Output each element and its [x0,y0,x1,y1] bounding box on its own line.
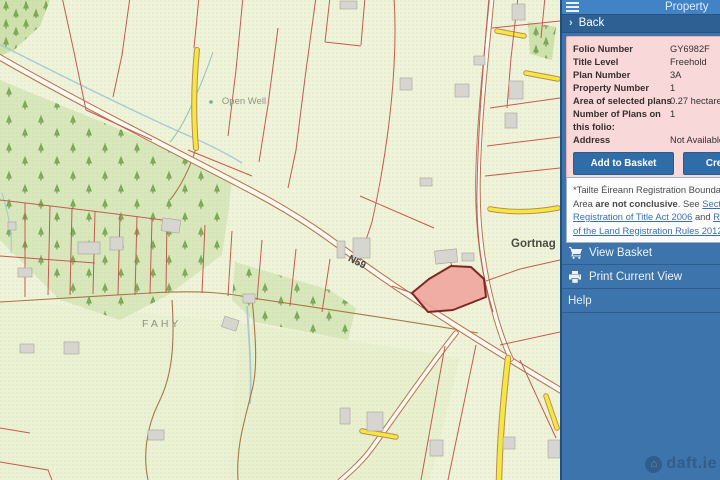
hamburger-menu-icon[interactable] [566,2,579,12]
print-current-view-label: Print Current View [589,271,682,283]
chevron-right-icon: › [569,17,573,29]
folio-value: 0.27 hectares. [670,95,720,108]
folio-value: GY6982F [670,43,720,56]
disclaimer-box: *Tailte Éireann Registration Boundaries … [566,177,720,243]
map-viewport[interactable]: Open Well N59 FAHY Gortnag [0,0,560,480]
create-alert-button[interactable]: Create Alert [683,152,720,175]
folio-label: Number of Plans on this folio: [573,108,668,134]
folio-value: Not Available [670,134,720,147]
map-label-open-well: Open Well [222,96,266,107]
disclaimer-link[interactable]: Section 62 of the [702,198,720,209]
panel-header: Property [562,0,720,15]
daft-house-logo-icon: ⌂ [645,456,662,473]
printer-icon [568,271,582,283]
folio-details-box: Folio NumberGY6982F Title LevelFreehold … [566,36,720,182]
folio-label: Property Number [573,82,668,95]
folio-value: 1 [670,108,720,134]
map-canvas[interactable]: Open Well N59 FAHY Gortnag [0,0,560,480]
folio-label: Address [573,134,668,147]
folio-label: Folio Number [573,43,668,56]
add-to-basket-button[interactable]: Add to Basket [573,152,674,175]
panel-title: Property [665,1,708,13]
folio-value: 3A [670,69,720,82]
daft-watermark-text: daft.ie [666,455,717,473]
sidebar-menu: View Basket Print Current View Help [562,241,720,313]
folio-label: Title Level [573,56,668,69]
cart-icon [568,247,582,259]
property-map-app: Open Well N59 FAHY Gortnag Property › Bac… [0,0,720,480]
disclaimer-link[interactable]: Rule 5 [713,211,720,222]
help-item[interactable]: Help [562,289,720,313]
view-basket-item[interactable]: View Basket [562,241,720,265]
folio-label: Plan Number [573,69,668,82]
well-marker [209,100,213,104]
back-button[interactable]: › Back [562,15,720,33]
sidebar-panel: Property › Back Folio NumberGY6982F Title… [560,0,720,480]
map-texture [0,0,560,480]
view-basket-label: View Basket [589,247,652,259]
folio-table: Folio NumberGY6982F Title LevelFreehold … [573,43,720,147]
print-current-view-item[interactable]: Print Current View [562,265,720,289]
folio-value: 1 [670,82,720,95]
folio-actions: Add to Basket Create Alert [573,152,720,175]
map-label-gortnag: Gortnag [511,238,556,250]
folio-label: Area of selected plans [573,95,668,108]
map-label-fahy: FAHY [142,318,181,330]
help-label: Help [568,295,592,307]
daft-watermark: ⌂ daft.ie [645,455,717,473]
back-label: Back [579,17,605,29]
folio-value: Freehold [670,56,720,69]
disclaimer-link[interactable]: Registration of Title Act 2006 [573,211,692,222]
disclaimer-link[interactable]: of the Land Registration Rules 2012 [573,225,720,236]
